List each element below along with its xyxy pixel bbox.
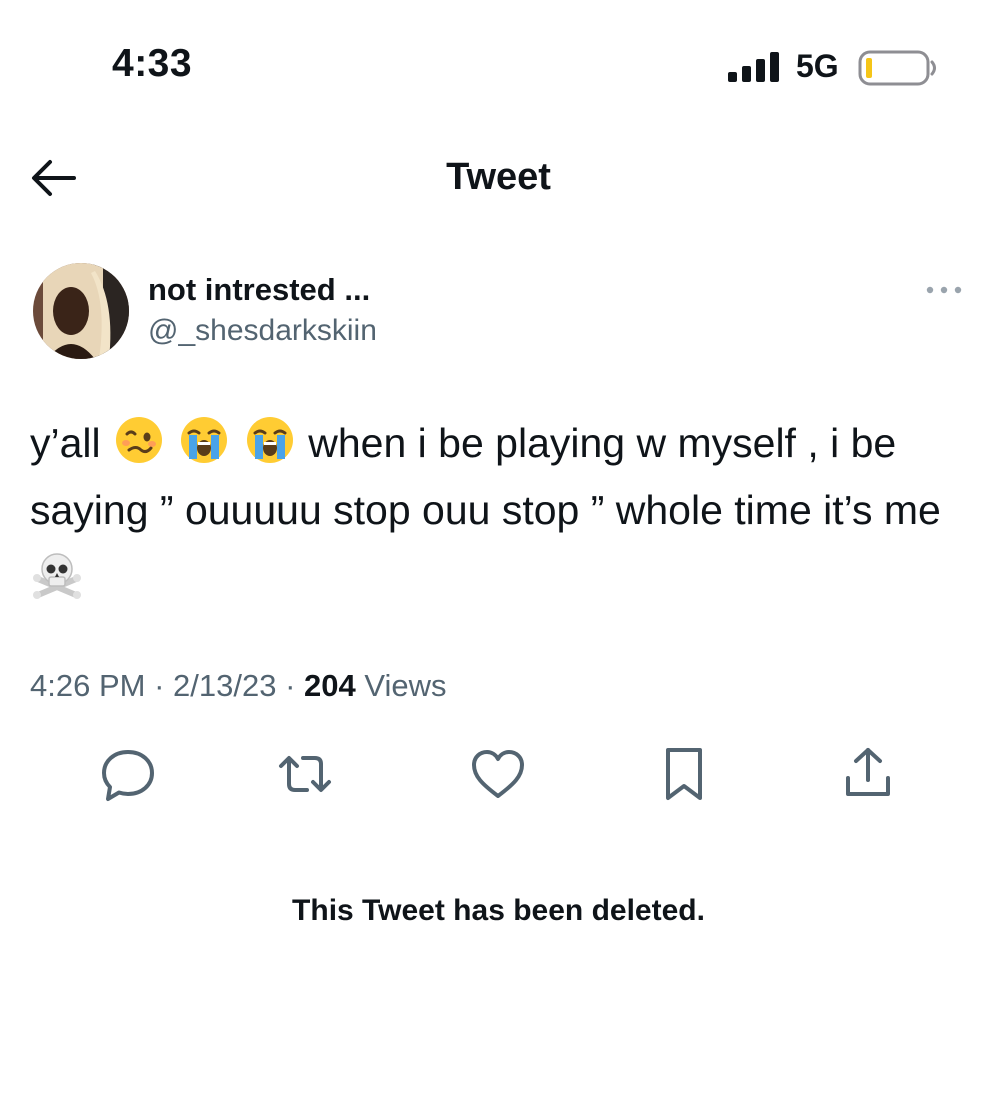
author-handle[interactable]: @_shesdarkskiin <box>148 314 377 348</box>
like-button[interactable] <box>468 744 528 804</box>
deleted-notice: This Tweet has been deleted. <box>292 894 705 927</box>
views-count: 204 <box>304 668 356 703</box>
author-display-name[interactable]: not intrested ... <box>148 272 370 308</box>
bookmark-icon <box>666 748 702 800</box>
status-time: 4:33 <box>112 42 193 85</box>
loudly-crying-face-emoji <box>246 417 293 463</box>
avatar-image <box>33 263 129 359</box>
tweet-text-segment: y’all <box>30 420 101 466</box>
retweet-icon <box>279 756 331 792</box>
meta-separator: · <box>145 668 174 703</box>
tweet-text: y’all when i be playing w myself , i be … <box>30 410 960 611</box>
tweet-meta: 4:26 PM · 2/13/23 · 204 Views <box>30 668 447 704</box>
signal-bars-icon <box>728 52 779 82</box>
tweet-text-segment: when i be playing w myself , i be saying… <box>30 420 941 533</box>
bookmark-button[interactable] <box>654 744 714 804</box>
retweet-button[interactable] <box>275 744 335 804</box>
meta-separator: · <box>276 668 305 703</box>
avatar[interactable] <box>33 263 129 359</box>
woozy-face-emoji <box>116 417 163 463</box>
tweet-date[interactable]: 2/13/23 <box>173 668 276 703</box>
reply-button[interactable] <box>98 744 158 804</box>
page-title: Tweet <box>446 156 551 198</box>
share-icon <box>846 748 890 796</box>
tweet-time[interactable]: 4:26 PM <box>30 668 145 703</box>
like-icon <box>472 750 524 798</box>
reply-icon <box>102 750 154 801</box>
views-label: Views <box>355 668 447 703</box>
battery-icon <box>858 50 936 86</box>
share-button[interactable] <box>838 744 898 804</box>
skull-and-crossbones-emoji <box>33 553 81 599</box>
more-options-icon[interactable] <box>923 280 965 300</box>
network-label: 5G <box>796 48 839 84</box>
loudly-crying-face-emoji <box>181 417 228 463</box>
